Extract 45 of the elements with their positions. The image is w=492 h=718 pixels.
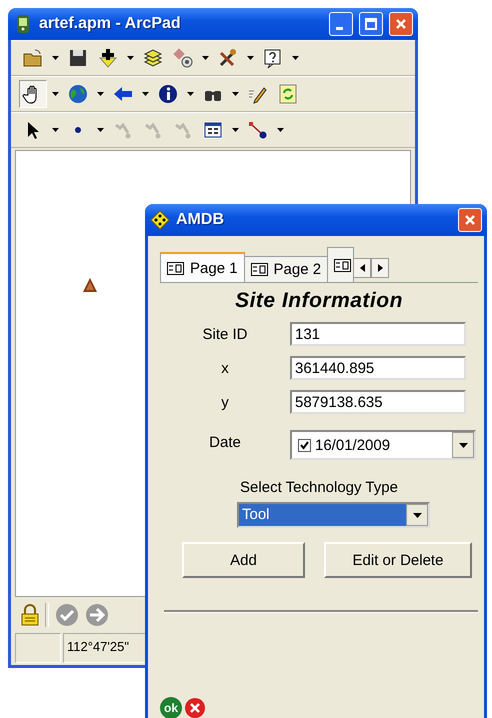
close-icon: [394, 17, 408, 31]
form-page-icon: [167, 262, 184, 274]
lock-icon[interactable]: [21, 604, 39, 626]
window-title: artef.apm - ArcPad: [39, 15, 181, 33]
field-label: Select Technology Type: [239, 479, 399, 496]
field-label: y: [220, 394, 230, 410]
scroll-right-button[interactable]: [371, 258, 390, 278]
window-title: AMDB: [176, 211, 224, 229]
tab[interactable]: Page 1: [160, 252, 245, 282]
cancel-icon[interactable]: [184, 697, 206, 718]
field-label: Site ID: [201, 326, 248, 342]
push-button[interactable]: Add: [182, 542, 305, 578]
maximize-button[interactable]: [359, 12, 383, 36]
status-panel: [15, 633, 61, 663]
minimize-icon: [336, 26, 342, 30]
check-icon[interactable]: [55, 603, 79, 627]
text-field[interactable]: 131: [290, 322, 466, 346]
form-heading: Site Information: [234, 289, 404, 313]
text-field[interactable]: 361440.895: [290, 356, 466, 380]
site-marker-icon: [82, 277, 98, 293]
text-field[interactable]: 5879138.635: [290, 390, 466, 414]
caret-icon: [458, 442, 468, 448]
caret-icon: [412, 512, 422, 518]
tab[interactable]: [327, 247, 354, 282]
minimize-button[interactable]: [329, 12, 353, 36]
form-page-icon: [250, 263, 268, 276]
scroll-left-button[interactable]: [353, 258, 372, 278]
push-button[interactable]: Edit or Delete: [324, 542, 472, 578]
ok-button[interactable]: ok: [160, 697, 182, 718]
maximize-icon: [364, 17, 378, 31]
close-button[interactable]: [458, 208, 482, 232]
dropdown-button[interactable]: [406, 504, 428, 526]
hand-icon[interactable]: [19, 80, 47, 108]
dropdown-button[interactable]: [452, 432, 474, 458]
form-page-icon: [334, 258, 352, 272]
dice-icon: [150, 210, 170, 230]
close-icon: [463, 213, 477, 227]
tab[interactable]: Page 2: [244, 256, 328, 282]
field-label: x: [220, 360, 230, 376]
checkbox[interactable]: [298, 438, 311, 452]
right-arrow-icon: [378, 264, 383, 272]
technology-dropdown[interactable]: Tool: [239, 504, 406, 526]
left-arrow-icon: [360, 264, 365, 272]
close-button[interactable]: [389, 12, 413, 36]
field-label: Date: [208, 434, 242, 450]
